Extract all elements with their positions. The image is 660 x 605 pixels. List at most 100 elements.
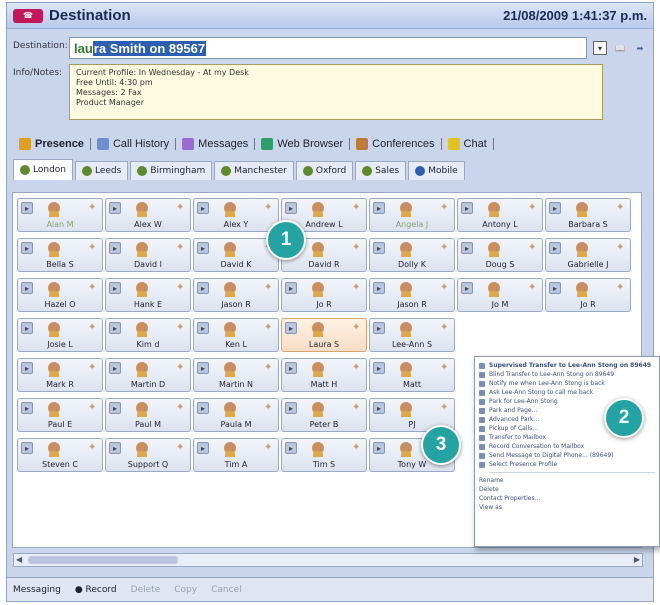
contact-name: Support Q <box>127 460 169 469</box>
tab-messages[interactable]: Messages <box>176 138 256 150</box>
contact-card[interactable]: ▸ ✦ Doug S <box>457 238 543 272</box>
contact-card[interactable]: ▸ ✦ Kim d <box>105 318 191 352</box>
dial-icon[interactable]: ➡ <box>633 41 647 55</box>
contact-card[interactable]: ▸ ✦ Paul E <box>17 398 103 432</box>
context-menu-item[interactable]: Supervised Transfer to Lee-Ann Stong on … <box>479 361 655 370</box>
status-icon: ▸ <box>21 322 33 334</box>
user-icon <box>488 242 500 257</box>
tab-birmingham[interactable]: Birmingham <box>130 161 213 180</box>
tab-chat[interactable]: Chat <box>442 138 494 150</box>
user-icon <box>400 402 412 417</box>
tab-label: Messages <box>198 138 249 150</box>
contact-name: Gabrielle J <box>567 260 609 269</box>
horizontal-scrollbar[interactable]: ◀ ▶ <box>13 553 643 567</box>
contact-card[interactable]: ▸ ✦ Alan M <box>17 198 103 232</box>
context-menu-item[interactable]: View as <box>479 503 655 512</box>
status-icon: ▸ <box>549 242 561 254</box>
tab-web-browser[interactable]: Web Browser <box>255 138 351 150</box>
phone-icon: ✦ <box>352 362 361 373</box>
contact-card[interactable]: ▸ ✦ Jason R <box>369 278 455 312</box>
contact-card[interactable]: ▸ ✦ Paula M <box>193 398 279 432</box>
contact-name: Laura S <box>308 340 340 349</box>
phone-icon: ✦ <box>176 242 185 253</box>
dropdown-arrow-icon[interactable]: ▾ <box>593 41 607 55</box>
contact-card[interactable]: ▸ ✦ Martin N <box>193 358 279 392</box>
contact-card[interactable]: ▸ ✦ Hazel O <box>17 278 103 312</box>
context-menu-item[interactable]: Notify me when Lee-Ann Stong is back <box>479 379 655 388</box>
contact-card[interactable]: ▸ ✦ Mark R <box>17 358 103 392</box>
menu-item-label: Transfer to Mailbox <box>489 433 546 441</box>
tab-call-history[interactable]: Call History <box>91 138 177 150</box>
scroll-thumb[interactable] <box>28 556 178 564</box>
user-icon <box>576 202 588 217</box>
tab-label: Oxford <box>315 166 347 176</box>
tab-mobile[interactable]: Mobile <box>408 161 465 180</box>
contact-card[interactable]: ▸ ✦ Laura S <box>281 318 367 352</box>
context-menu-item[interactable]: Rename <box>479 476 655 485</box>
tab-conferences[interactable]: Conferences <box>350 138 442 150</box>
context-menu-item[interactable]: Record Conversation to Mailbox <box>479 442 655 451</box>
context-menu-item[interactable]: Select Presence Profile <box>479 460 655 469</box>
contact-card[interactable]: ▸ ✦ Jo R <box>545 278 631 312</box>
phone-icon: ✦ <box>528 282 537 293</box>
context-menu-item[interactable]: Send Message to Digital Phone... (89649) <box>479 451 655 460</box>
menu-item-label: Pickup of Calls... <box>489 424 538 432</box>
menu-item-label: Contact Properties... <box>479 494 541 502</box>
user-icon <box>576 282 588 297</box>
contact-card[interactable]: ▸ ✦ Jo R <box>281 278 367 312</box>
tab-oxford[interactable]: Oxford <box>295 161 354 180</box>
copy-button[interactable]: Copy <box>174 585 197 595</box>
scroll-left-icon[interactable]: ◀ <box>16 555 22 564</box>
context-menu-item[interactable]: Delete <box>479 485 655 494</box>
phone-icon: ✦ <box>176 202 185 213</box>
contact-card[interactable]: ▸ ✦ Paul M <box>105 398 191 432</box>
menu-item-icon <box>479 461 485 468</box>
contact-card[interactable]: ▸ ✦ Antony L <box>457 198 543 232</box>
contact-card[interactable]: ▸ ✦ Jo M <box>457 278 543 312</box>
context-menu-item[interactable]: Contact Properties... <box>479 494 655 503</box>
context-menu-item[interactable]: Ask Lee-Ann Stong to call me back <box>479 388 655 397</box>
tab-leeds[interactable]: Leeds <box>75 161 129 180</box>
contact-card[interactable]: ▸ ✦ David I <box>105 238 191 272</box>
user-icon <box>488 202 500 217</box>
tab-london[interactable]: London <box>13 159 73 180</box>
contact-card[interactable]: ▸ ✦ Matt <box>369 358 455 392</box>
tab-sales[interactable]: Sales <box>355 161 407 180</box>
delete-button[interactable]: Delete <box>131 585 161 595</box>
contact-card[interactable]: ▸ ✦ Tim A <box>193 438 279 472</box>
tab-manchester[interactable]: Manchester <box>214 161 294 180</box>
menu-item-label: Notify me when Lee-Ann Stong is back <box>489 379 605 387</box>
directory-icon[interactable]: 📖 <box>613 41 627 55</box>
contact-card[interactable]: ▸ ✦ Ken L <box>193 318 279 352</box>
location-icon <box>302 166 313 176</box>
contact-card[interactable]: ▸ ✦ Bella S <box>17 238 103 272</box>
contact-name: Dolly K <box>397 260 427 269</box>
contact-card[interactable]: ▸ ✦ Angela J <box>369 198 455 232</box>
contact-card[interactable]: ▸ ✦ Lee-Ann S <box>369 318 455 352</box>
phone-icon: ✦ <box>176 362 185 373</box>
status-icon: ▸ <box>21 282 33 294</box>
contact-card[interactable]: ▸ ✦ Alex W <box>105 198 191 232</box>
contact-card[interactable]: ▸ ✦ Steven C <box>17 438 103 472</box>
contact-card[interactable]: ▸ ✦ Alex Y <box>193 198 279 232</box>
contact-card[interactable]: ▸ ✦ Barbara S <box>545 198 631 232</box>
contact-card[interactable]: ▸ ✦ Gabrielle J <box>545 238 631 272</box>
destination-input[interactable]: lau ra Smith on 89567 <box>69 37 587 59</box>
context-menu-item[interactable]: Blind Transfer to Lee-Ann Stong on 89649 <box>479 370 655 379</box>
contact-card[interactable]: ▸ ✦ Support Q <box>105 438 191 472</box>
scroll-right-icon[interactable]: ▶ <box>634 555 640 564</box>
contact-card[interactable]: ▸ ✦ Dolly K <box>369 238 455 272</box>
contact-card[interactable]: ▸ ✦ Martin D <box>105 358 191 392</box>
cancel-button[interactable]: Cancel <box>211 585 242 595</box>
contact-card[interactable]: ▸ ✦ Jason R <box>193 278 279 312</box>
record-button[interactable]: ● Record <box>75 585 117 595</box>
menu-item-label: Send Message to Digital Phone... (89649) <box>489 451 614 459</box>
contact-card[interactable]: ▸ ✦ Matt H <box>281 358 367 392</box>
contact-card[interactable]: ▸ ✦ Peter B <box>281 398 367 432</box>
contact-card[interactable]: ▸ ✦ Hank E <box>105 278 191 312</box>
status-icon: ▸ <box>285 202 297 214</box>
contact-card[interactable]: ▸ ✦ Tim S <box>281 438 367 472</box>
tab-presence[interactable]: Presence <box>13 138 91 150</box>
status-icon: ▸ <box>373 402 385 414</box>
contact-card[interactable]: ▸ ✦ Josie L <box>17 318 103 352</box>
